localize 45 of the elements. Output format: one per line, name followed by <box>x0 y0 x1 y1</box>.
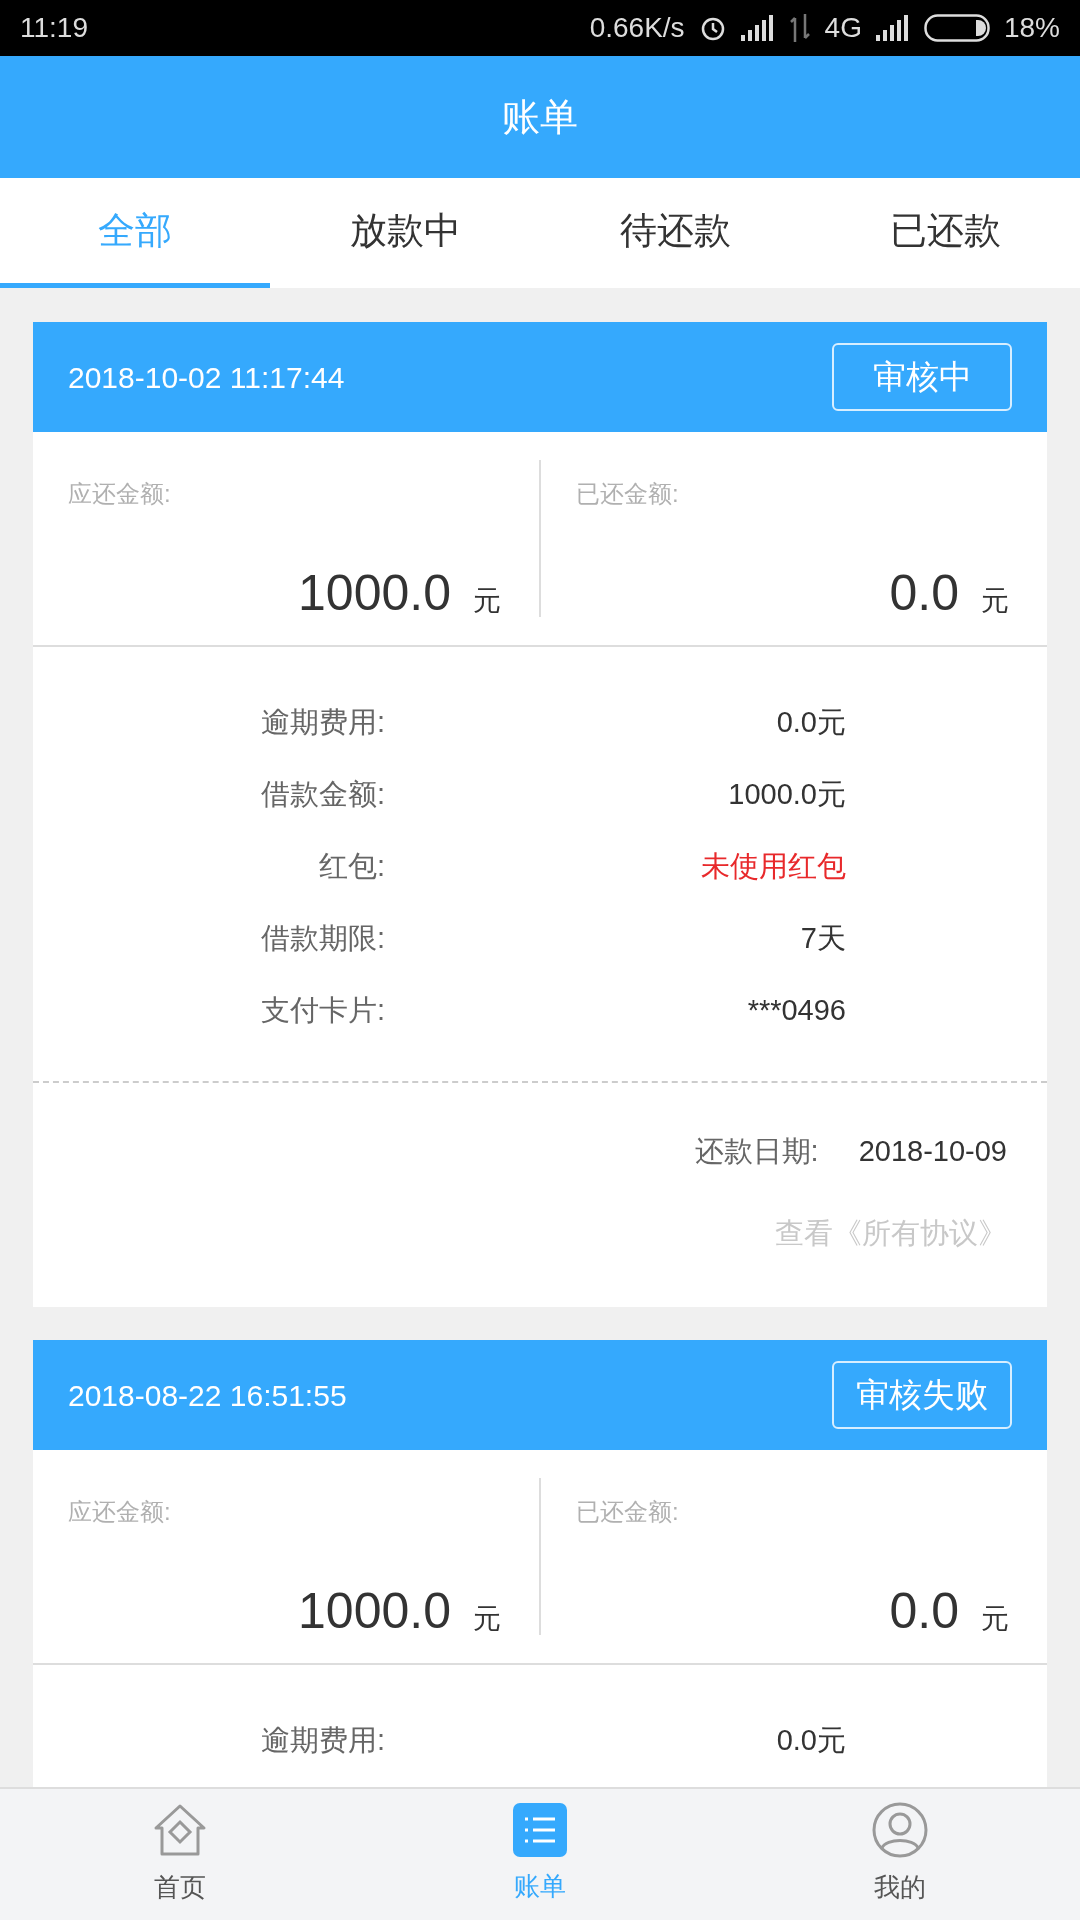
user-icon <box>872 1802 928 1858</box>
bill-time: 2018-08-22 16:51:55 <box>68 1377 347 1414</box>
unit-label: 元 <box>473 1602 501 1636</box>
home-icon <box>152 1802 208 1858</box>
bill-time: 2018-10-02 11:17:44 <box>68 359 345 396</box>
nav-item[interactable]: 我的 <box>720 1789 1080 1920</box>
page-title: 账单 <box>502 94 578 140</box>
battery-level: 18% <box>1003 11 1060 45</box>
tab[interactable]: 待还款 <box>540 178 810 288</box>
repay-date-label: 还款日期: <box>694 1134 819 1169</box>
amount-label: 已还金额: <box>576 479 680 509</box>
detail-label: 逾期费用: <box>259 1723 385 1759</box>
detail-value: 0.0元 <box>775 1723 846 1759</box>
data-arrows-icon <box>788 14 811 42</box>
amount-label: 应还金额: <box>68 479 172 509</box>
nav-item[interactable]: 首页 <box>0 1789 360 1920</box>
unit-label: 元 <box>473 584 501 618</box>
amount-value: 0.0 <box>889 564 959 623</box>
list-icon <box>513 1803 567 1857</box>
unit-label: 元 <box>981 1602 1009 1636</box>
amount-label: 已还金额: <box>576 1497 680 1527</box>
signal-icon <box>740 15 775 41</box>
detail-label: 借款金额: <box>259 777 385 813</box>
detail-value: 7天 <box>799 921 846 957</box>
signal-icon <box>875 15 910 41</box>
detail-value: 未使用红包 <box>700 849 846 885</box>
detail-label: 支付卡片: <box>259 993 385 1029</box>
detail-label: 借款期限: <box>259 921 385 957</box>
repay-date: 2018-10-09 <box>858 1134 1007 1169</box>
tab[interactable]: 已还款 <box>810 178 1080 288</box>
detail-label: 逾期费用: <box>259 705 385 741</box>
detail-value: 1000.0元 <box>727 777 846 813</box>
network-type: 4G <box>824 11 862 45</box>
detail-label: 红包: <box>317 849 385 885</box>
amount-label: 应还金额: <box>68 1497 172 1527</box>
detail-value: 0.0元 <box>775 705 846 741</box>
amount-value: 1000.0 <box>298 564 451 623</box>
battery-icon <box>923 14 990 42</box>
amount-value: 0.0 <box>889 1582 959 1641</box>
unit-label: 元 <box>981 584 1009 618</box>
status-time: 11:19 <box>20 11 88 45</box>
network-speed: 0.66K/s <box>589 11 685 45</box>
amount-value: 1000.0 <box>298 1582 451 1641</box>
tab[interactable]: 放款中 <box>270 178 540 288</box>
detail-value: ***0496 <box>746 993 846 1029</box>
